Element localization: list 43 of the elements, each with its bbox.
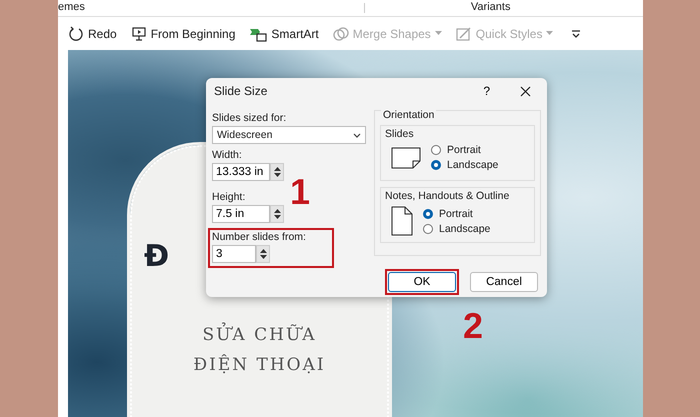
radio-button[interactable] (423, 224, 433, 234)
toolbar-button[interactable]: From Beginning (130, 26, 236, 42)
dropdown-field[interactable]: Widescreen (212, 126, 366, 144)
help-button[interactable]: ? (483, 84, 490, 98)
dialog-button[interactable]: OK (388, 272, 456, 292)
close-icon[interactable] (520, 86, 531, 96)
toolbar-button[interactable]: SmartArt (249, 26, 319, 42)
group-label: emes (58, 0, 85, 15)
spin-arrows[interactable] (256, 245, 270, 263)
dropdown-chevron-icon[interactable] (353, 132, 361, 138)
overlapping-circles-icon (332, 26, 349, 42)
radio-button[interactable] (431, 145, 441, 155)
redo-icon (68, 26, 84, 42)
group-label: Notes, Handouts & Outline (385, 190, 510, 202)
dialog-button[interactable]: Cancel (470, 272, 538, 292)
toolbar-button[interactable]: Redo (68, 26, 117, 42)
spin-arrows[interactable] (270, 205, 284, 223)
spin-field[interactable]: 3 (212, 245, 256, 263)
radio-button[interactable] (431, 160, 441, 170)
spin-field[interactable]: 13.333 in (212, 163, 270, 181)
more-options-icon[interactable] (571, 28, 582, 38)
radio-option[interactable]: Portrait (431, 144, 498, 156)
radio-button[interactable] (423, 208, 433, 218)
landscape-page-icon (391, 146, 421, 170)
portrait-page-icon (391, 206, 413, 236)
dialog-title: Slide Size (214, 84, 268, 98)
group-label: Variants (470, 0, 510, 15)
presentation-screen-icon (130, 26, 147, 42)
step-number: 1 (290, 174, 310, 210)
radio-option[interactable]: Portrait (423, 208, 490, 220)
slide-title: Đ (144, 239, 170, 274)
field-label: Height: (212, 191, 246, 203)
spin-field[interactable]: 7.5 in (212, 205, 270, 223)
radio-option[interactable]: Landscape (431, 159, 498, 171)
field-label: Width: (212, 149, 243, 161)
radio-option[interactable]: Landscape (423, 222, 490, 234)
field-label: Number slides from: (212, 231, 307, 243)
spin-arrows[interactable] (270, 163, 284, 181)
group-label: Slides (385, 128, 415, 140)
slide-subtitle: ĐIỆN THOẠI (193, 355, 326, 375)
group-label: Orientation (381, 109, 436, 121)
step-number: 2 (463, 308, 484, 344)
field-label: Slides sized for: (212, 112, 288, 124)
